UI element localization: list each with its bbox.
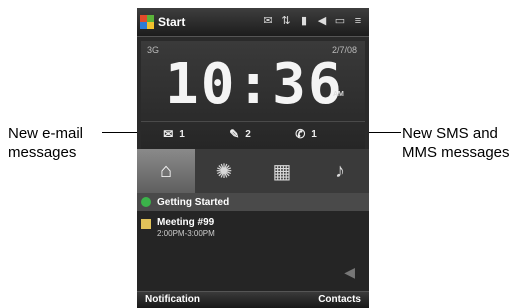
network-type: 3G	[147, 45, 160, 55]
time-display: 10:36	[165, 52, 344, 117]
missed-call-icon: ✆	[295, 127, 306, 141]
calendar-icon	[141, 219, 151, 229]
settings-icon: ✺	[215, 160, 233, 183]
list-item-meeting[interactable]: Meeting #99 2:00PM-3:00PM	[137, 217, 369, 238]
sms-callout: New SMS and MMS messages	[402, 125, 510, 161]
meeting-title: Meeting #99	[157, 217, 215, 228]
tab-apps[interactable]: ▦	[253, 149, 311, 193]
tab-home[interactable]: ⌂	[137, 149, 195, 193]
tab-bar: ⌂ ✺ ▦ ♪	[137, 149, 369, 193]
message-icon[interactable]: ✉	[261, 14, 275, 28]
softkey-bar: Notification Contacts	[137, 291, 369, 308]
music-icon: ♪	[335, 159, 345, 182]
home-icon: ⌂	[159, 159, 173, 182]
email-icon: ✉	[163, 127, 174, 141]
status-icons: ✉ ⇅ ▮ ◀ ▭ ≡	[261, 14, 365, 28]
notification-softkey[interactable]: Notification	[145, 294, 200, 305]
notification-row: ✉ 1 ✎ 2 ✆ 1	[141, 121, 365, 146]
missed-call-count: 1	[311, 128, 317, 140]
clock-panel[interactable]: 3G 2/7/08 10:36 AM ✉ 1 ✎ 2 ✆ 1	[141, 41, 365, 149]
ampm-indicator: AM	[333, 91, 344, 98]
phone-screen: Start ✉ ⇅ ▮ ◀ ▭ ≡ 3G 2/7/08 10:36 AM ✉ 1…	[137, 8, 369, 308]
missed-call-notification[interactable]: ✆ 1	[273, 127, 339, 141]
email-notification[interactable]: ✉ 1	[141, 127, 207, 141]
email-count: 1	[179, 128, 185, 140]
tab-music[interactable]: ♪	[311, 149, 369, 193]
home-list: Getting Started Meeting #99 2:00PM-3:00P…	[137, 193, 369, 291]
getting-started-icon	[141, 197, 151, 207]
menu-icon[interactable]: ≡	[351, 14, 365, 28]
connectivity-icon[interactable]: ⇅	[279, 14, 293, 28]
contacts-softkey[interactable]: Contacts	[318, 294, 361, 305]
meeting-text: Meeting #99 2:00PM-3:00PM	[157, 217, 215, 238]
sms-notification[interactable]: ✎ 2	[207, 127, 273, 141]
battery-icon[interactable]: ▭	[333, 14, 347, 28]
apps-icon: ▦	[272, 160, 292, 183]
start-button[interactable]: Start	[140, 12, 185, 32]
windows-logo-icon	[140, 15, 154, 29]
list-item-label: Getting Started	[157, 196, 230, 208]
sms-icon: ✎	[229, 127, 240, 141]
tab-settings[interactable]: ✺	[195, 149, 253, 193]
list-item-getting-started[interactable]: Getting Started	[137, 193, 369, 211]
email-callout: New e-mail messages	[8, 125, 84, 161]
title-bar: Start ✉ ⇅ ▮ ◀ ▭ ≡	[137, 8, 369, 37]
start-label: Start	[158, 15, 186, 29]
signal-icon[interactable]: ▮	[297, 14, 311, 28]
meeting-time: 2:00PM-3:00PM	[157, 229, 215, 238]
volume-icon[interactable]: ◀	[315, 14, 329, 28]
speaker-icon[interactable]: ◀	[344, 264, 355, 281]
sms-count: 2	[245, 128, 251, 140]
